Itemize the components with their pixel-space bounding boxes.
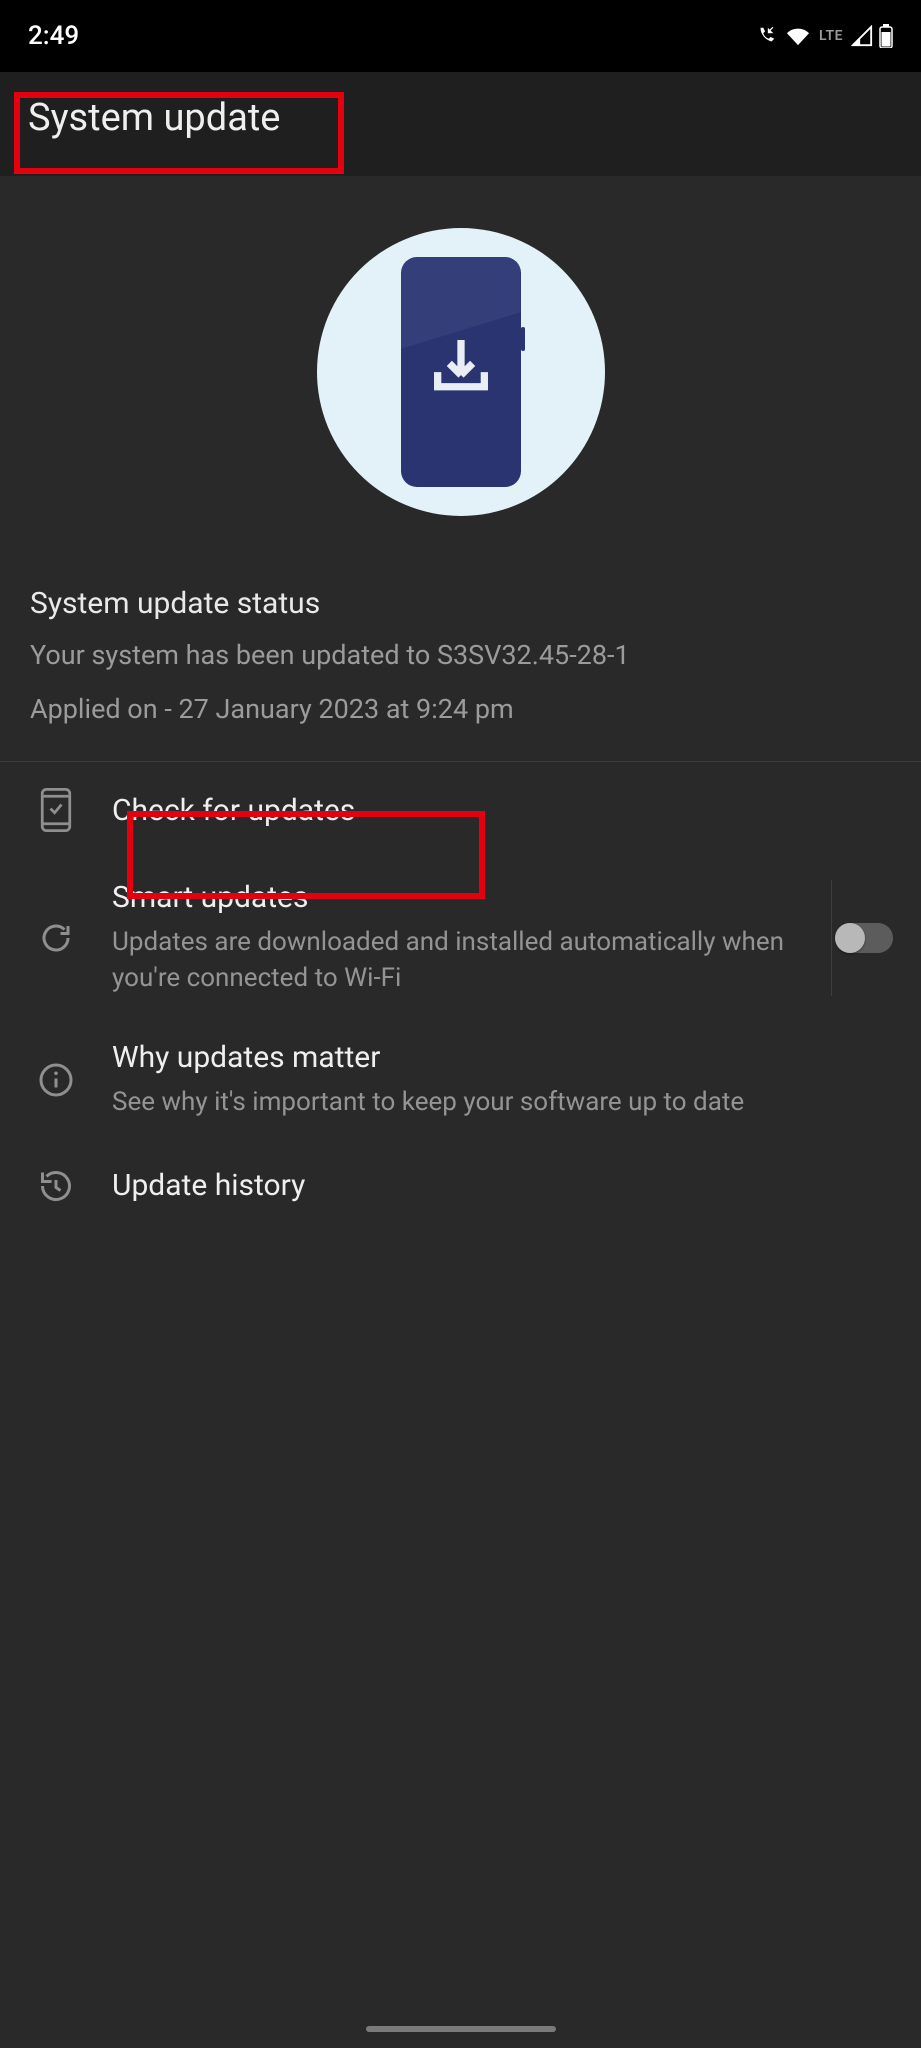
- check-for-updates-title: Check for updates: [112, 793, 895, 828]
- page-title: System update: [28, 96, 893, 140]
- smart-updates-toggle[interactable]: [835, 923, 893, 953]
- lte-label: LTE: [819, 28, 843, 44]
- smart-updates-title: Smart updates: [112, 880, 795, 915]
- update-history-row[interactable]: Update history: [0, 1142, 921, 1230]
- refresh-icon: [38, 920, 74, 960]
- status-bar: 2:49 LTE: [0, 0, 921, 72]
- why-updates-row[interactable]: Why updates matter See why it's importan…: [0, 1018, 921, 1142]
- why-updates-title: Why updates matter: [112, 1040, 895, 1075]
- battery-icon: [879, 24, 893, 48]
- wifi-calling-icon: [753, 25, 779, 47]
- smart-updates-subtitle: Updates are downloaded and installed aut…: [112, 925, 795, 995]
- status-version-line: Your system has been updated to S3SV32.4…: [30, 637, 891, 673]
- signal-icon: [851, 25, 873, 47]
- nav-pill[interactable]: [366, 2026, 556, 2032]
- wifi-icon: [785, 25, 811, 47]
- why-updates-subtitle: See why it's important to keep your soft…: [112, 1085, 895, 1120]
- download-icon: [426, 331, 496, 405]
- history-icon: [38, 1168, 74, 1208]
- check-for-updates-row[interactable]: Check for updates: [0, 762, 921, 858]
- status-time: 2:49: [28, 21, 79, 51]
- update-status-panel: System update status Your system has bee…: [0, 176, 921, 762]
- smart-updates-row[interactable]: Smart updates Updates are downloaded and…: [0, 858, 921, 1017]
- status-applied-line: Applied on - 27 January 2023 at 9:24 pm: [30, 693, 891, 725]
- app-bar: System update: [0, 72, 921, 176]
- phone-check-icon: [39, 788, 73, 836]
- update-illustration: [317, 228, 605, 516]
- settings-list: Check for updates Smart updates Updates …: [0, 762, 921, 1229]
- update-history-title: Update history: [112, 1168, 895, 1203]
- status-right: LTE: [753, 24, 893, 48]
- status-heading: System update status: [30, 586, 891, 621]
- info-icon: [38, 1062, 74, 1102]
